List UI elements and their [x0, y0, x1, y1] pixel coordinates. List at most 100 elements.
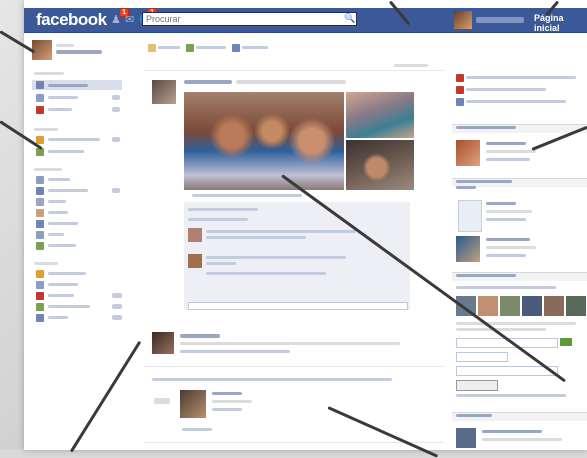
post3-shared-avatar[interactable] [180, 390, 206, 418]
post-photo-secondary-2[interactable] [346, 140, 414, 190]
pages-subtitle-blurred[interactable] [456, 286, 556, 289]
app-label-5-blurred[interactable] [48, 222, 78, 225]
pages-footer-blurred[interactable] [456, 394, 566, 397]
reminder-3-blurred[interactable] [466, 100, 566, 103]
list-label-4-blurred[interactable] [48, 305, 90, 308]
app-label-2-blurred[interactable] [48, 189, 88, 192]
suggestion-1-name-blurred[interactable] [486, 142, 526, 145]
search-input[interactable] [142, 12, 357, 26]
reminder-2-blurred[interactable] [466, 88, 546, 91]
list-label-5-blurred[interactable] [48, 316, 68, 319]
events-icon [36, 106, 44, 114]
suggestion-1-avatar[interactable] [456, 140, 480, 166]
suggestion-2-avatar-placeholder[interactable] [458, 200, 482, 232]
pages-input-2[interactable] [456, 352, 508, 362]
group-icon [36, 136, 44, 144]
question-tab-blurred[interactable] [242, 46, 268, 49]
requests-icon [456, 98, 464, 106]
page-thumb-3[interactable] [500, 296, 520, 316]
post2-author-avatar[interactable] [152, 332, 174, 354]
post-photo-main[interactable] [184, 92, 344, 190]
pages-ok-button[interactable] [560, 338, 572, 346]
edit-profile-blurred[interactable] [56, 44, 74, 47]
question-icon [232, 44, 240, 52]
sponsored-title-blurred [456, 414, 492, 417]
post3-shared-name-blurred[interactable] [212, 392, 242, 395]
app-count-2-blurred [112, 188, 120, 193]
page-thumb-6[interactable] [566, 296, 586, 316]
profile-name-blurred[interactable] [476, 17, 524, 23]
post-caption-blurred [236, 80, 346, 84]
create-group-label-blurred[interactable] [48, 150, 84, 153]
photo-tab-blurred[interactable] [196, 46, 226, 49]
friend-requests-icon[interactable]: ♟ 1 [111, 8, 129, 26]
facebook-logo[interactable]: facebook [36, 10, 107, 30]
comment-input[interactable] [188, 302, 408, 310]
list-label-1-blurred[interactable] [48, 272, 86, 275]
post-photo-secondary-1[interactable] [346, 92, 414, 138]
comment-text-1-blurred [206, 230, 356, 233]
facebook-page: facebook ♟1 ✉ 🌐1 🔍 Página inicial [24, 0, 587, 450]
status-tab-blurred[interactable] [158, 46, 180, 49]
messages-label-blurred[interactable] [48, 96, 78, 99]
group-label-blurred[interactable] [48, 138, 100, 141]
list-label-3-blurred[interactable] [48, 294, 74, 297]
app-label-1-blurred[interactable] [48, 178, 70, 181]
app-label-4-blurred[interactable] [48, 211, 68, 214]
messages-icon[interactable]: ✉ [125, 13, 139, 26]
page-thumb-4[interactable] [522, 296, 542, 316]
news-feed-label-blurred [48, 84, 88, 87]
news-feed-icon [36, 81, 44, 89]
suggestion-2-add-blurred[interactable] [486, 218, 526, 221]
post2-author-name-blurred[interactable] [180, 334, 220, 338]
likes-summary-blurred[interactable] [188, 208, 258, 211]
user-avatar[interactable] [32, 40, 52, 60]
sponsored-name-blurred[interactable] [482, 430, 542, 433]
post3-actions-blurred[interactable] [182, 428, 212, 431]
post3-header-blurred[interactable] [152, 378, 392, 381]
list-label-2-blurred[interactable] [48, 283, 78, 286]
pages-submit-button[interactable] [456, 380, 498, 391]
app-label-6-blurred[interactable] [48, 233, 64, 236]
suggestion-3-info-blurred [486, 246, 536, 249]
sort-label-blurred[interactable] [394, 64, 428, 67]
post-author-name-blurred[interactable] [184, 80, 232, 84]
app-label-7-blurred[interactable] [48, 244, 76, 247]
pages-title-blurred [456, 274, 516, 277]
home-link[interactable]: Página inicial [534, 13, 587, 33]
divider-3 [144, 442, 444, 443]
commenter-avatar-2[interactable] [188, 254, 202, 268]
sponsored-thumb[interactable] [456, 428, 476, 448]
event-reminder-icon [456, 74, 464, 82]
suggestion-3-add-blurred[interactable] [486, 254, 526, 257]
post2-meta-blurred[interactable] [180, 350, 290, 353]
people-title-2-blurred [456, 186, 476, 189]
group-count-blurred [112, 137, 120, 142]
suggestion-1-add-blurred[interactable] [486, 158, 530, 161]
post3-shared-link-blurred[interactable] [212, 408, 242, 411]
search-icon[interactable]: 🔍 [344, 13, 356, 25]
apps-heading-blurred [34, 168, 62, 171]
pages-input-3[interactable] [456, 366, 558, 376]
page-thumb-2[interactable] [478, 296, 498, 316]
list-count-3-blurred [112, 293, 122, 298]
post-actions-blurred[interactable] [192, 194, 302, 197]
suggestion-2-name-blurred[interactable] [486, 202, 516, 205]
user-name-blurred[interactable] [56, 50, 102, 54]
reminder-1-blurred[interactable] [466, 76, 576, 79]
groups-heading-blurred [34, 128, 58, 131]
comment-text-2-blurred [206, 256, 346, 259]
app-label-3-blurred[interactable] [48, 200, 66, 203]
suggestion-3-avatar[interactable] [456, 236, 480, 262]
page-thumb-5[interactable] [544, 296, 564, 316]
post-author-avatar[interactable] [152, 80, 176, 104]
messages-count-blurred [112, 95, 120, 100]
comment-meta-2-blurred [206, 272, 326, 275]
profile-avatar[interactable] [454, 11, 472, 29]
commenter-avatar-1[interactable] [188, 228, 202, 242]
events-label-blurred[interactable] [48, 108, 72, 111]
pages-desc-2-blurred [456, 328, 546, 331]
suggestion-3-name-blurred[interactable] [486, 238, 530, 241]
suggestion-1-info-blurred [486, 150, 536, 153]
view-comments-blurred[interactable] [188, 218, 248, 221]
